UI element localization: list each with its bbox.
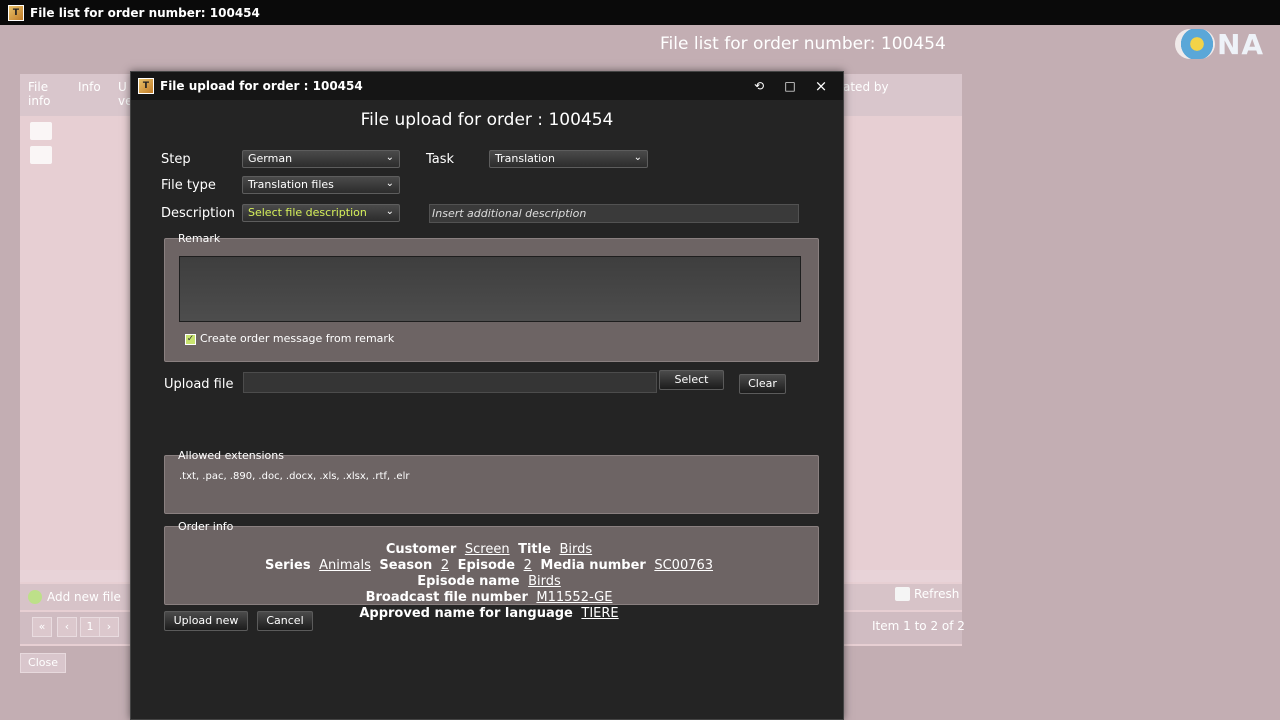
order-info-line-3: Episode name Birds xyxy=(164,574,818,590)
items-count: Item 1 to 2 of 2 xyxy=(872,619,965,633)
customer-link[interactable]: Screen xyxy=(465,542,510,557)
app-icon: T xyxy=(138,78,154,94)
restore-icon[interactable]: ⟲ xyxy=(750,77,768,95)
chevron-down-icon: ⌄ xyxy=(385,178,394,189)
media-number-link[interactable]: SC00763 xyxy=(654,558,713,573)
episode-name-link[interactable]: Birds xyxy=(528,574,561,589)
episode-label: Episode xyxy=(457,558,516,573)
title-label: Title xyxy=(518,542,551,557)
episode-name-label: Episode name xyxy=(417,574,520,589)
select-file-button[interactable]: Select xyxy=(659,370,724,390)
dialog-title: File upload for order : 100454 xyxy=(160,79,363,93)
add-icon xyxy=(28,590,42,604)
allowed-extensions-text: .txt, .pac, .890, .doc, .docx, .xls, .xl… xyxy=(179,471,410,482)
description-select-value: Select file description xyxy=(248,206,367,219)
season-label: Season xyxy=(379,558,433,573)
file-upload-dialog: T File upload for order : 100454 ⟲ □ × F… xyxy=(130,71,844,720)
description-select[interactable]: Select file description ⌄ xyxy=(242,204,400,222)
logo-icon xyxy=(1175,29,1215,59)
refresh-label: Refresh xyxy=(914,587,960,601)
prev-page-button[interactable]: ‹ xyxy=(57,617,77,637)
file-type-select-value: Translation files xyxy=(248,178,334,191)
series-label: Series xyxy=(264,558,311,573)
step-label: Step xyxy=(161,152,191,167)
col-header-created-by[interactable]: ated by xyxy=(835,74,915,116)
company-logo: NA xyxy=(1175,24,1280,64)
logo-text: NA xyxy=(1217,27,1265,61)
step-select[interactable]: German ⌄ xyxy=(242,150,400,168)
refresh-button[interactable]: Refresh xyxy=(895,587,959,601)
create-message-label[interactable]: Create order message from remark xyxy=(200,332,394,345)
additional-description-input[interactable]: Insert additional description xyxy=(429,204,799,223)
page-number-button[interactable]: 1 xyxy=(80,617,100,637)
dialog-titlebar[interactable]: T File upload for order : 100454 ⟲ □ × xyxy=(131,72,843,100)
remark-textarea[interactable] xyxy=(179,256,801,322)
chevron-down-icon: ⌄ xyxy=(385,152,394,163)
season-link[interactable]: 2 xyxy=(441,558,449,573)
upload-file-label: Upload file xyxy=(164,377,234,392)
allowed-extensions-title: Allowed extensions xyxy=(178,449,284,462)
approved-name-label: Approved name for language xyxy=(359,606,573,621)
clear-button[interactable]: Clear xyxy=(739,374,786,394)
chevron-down-icon: ⌄ xyxy=(385,206,394,217)
upload-new-button[interactable]: Upload new xyxy=(164,611,248,631)
outer-window-title: File list for order number: 100454 xyxy=(30,5,260,20)
file-icon[interactable] xyxy=(30,122,52,140)
refresh-icon xyxy=(895,587,910,601)
file-list-rows xyxy=(30,122,60,172)
order-info-line-2: Series Animals Season 2 Episode 2 Media … xyxy=(164,558,818,574)
order-info-line-1: Customer Screen Title Birds xyxy=(164,542,818,558)
broadcast-label: Broadcast file number xyxy=(365,590,528,605)
page-title: File list for order number: 100454 xyxy=(660,34,946,54)
close-button[interactable]: Close xyxy=(20,653,66,673)
upload-file-input[interactable] xyxy=(243,372,657,393)
first-page-button[interactable]: « xyxy=(32,617,52,637)
task-select-value: Translation xyxy=(495,152,555,165)
outer-titlebar: T File list for order number: 100454 xyxy=(0,0,1280,25)
media-number-label: Media number xyxy=(540,558,646,573)
description-label: Description xyxy=(161,206,236,221)
file-icon[interactable] xyxy=(30,146,52,164)
next-page-button[interactable]: › xyxy=(99,617,119,637)
create-message-checkbox[interactable]: ✓ xyxy=(185,334,196,345)
task-select[interactable]: Translation ⌄ xyxy=(489,150,648,168)
cancel-button[interactable]: Cancel xyxy=(257,611,313,631)
task-label: Task xyxy=(426,152,455,167)
file-type-label: File type xyxy=(161,178,216,193)
maximize-icon[interactable]: □ xyxy=(781,77,799,95)
approved-name-link[interactable]: TIERE xyxy=(581,606,618,621)
chevron-down-icon: ⌄ xyxy=(633,152,642,163)
close-icon[interactable]: × xyxy=(812,77,830,95)
allowed-extensions-group xyxy=(164,455,819,514)
series-link[interactable]: Animals xyxy=(319,558,371,573)
order-info-content: Customer Screen Title Birds Series Anima… xyxy=(164,542,818,622)
episode-link[interactable]: 2 xyxy=(524,558,532,573)
file-type-select[interactable]: Translation files ⌄ xyxy=(242,176,400,194)
customer-label: Customer xyxy=(385,542,457,557)
order-info-title: Order info xyxy=(178,520,234,533)
col-header-file-info[interactable]: File info xyxy=(20,74,70,116)
add-new-file-button[interactable]: Add new file xyxy=(28,590,121,604)
add-new-file-label: Add new file xyxy=(47,590,121,604)
remark-title: Remark xyxy=(178,232,221,245)
app-icon: T xyxy=(8,4,24,21)
col-header-info[interactable]: Info xyxy=(70,74,110,116)
title-link[interactable]: Birds xyxy=(559,542,592,557)
step-select-value: German xyxy=(248,152,293,165)
dialog-heading: File upload for order : 100454 xyxy=(360,110,614,130)
order-info-line-4: Broadcast file number M11552-GE xyxy=(164,590,818,606)
broadcast-link[interactable]: M11552-GE xyxy=(536,590,612,605)
